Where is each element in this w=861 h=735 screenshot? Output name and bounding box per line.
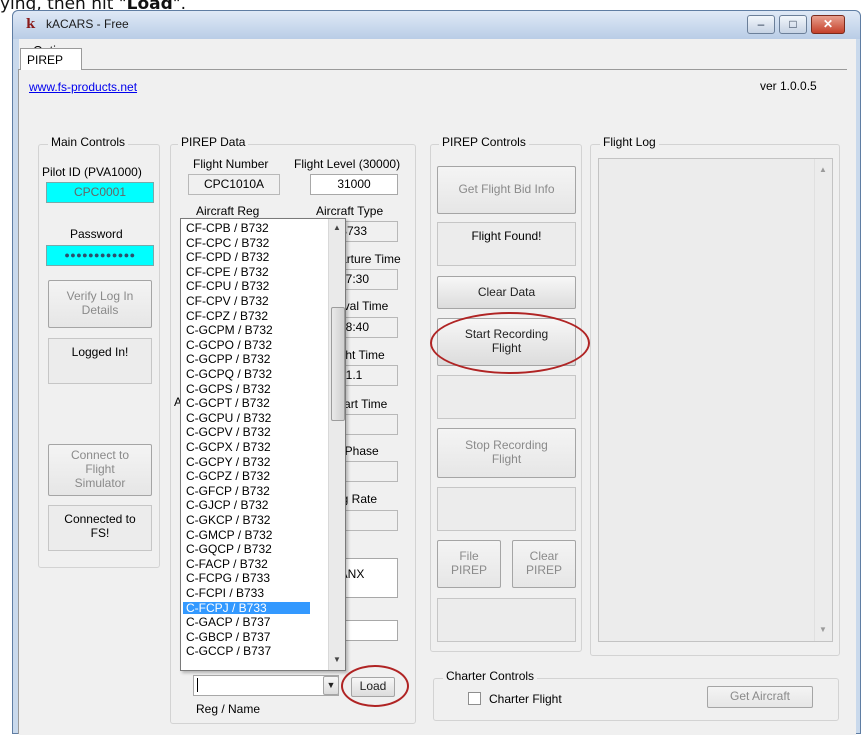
- title-bar: k kACARS - Free – □ ✕: [13, 11, 860, 39]
- pirep-status: [437, 598, 576, 642]
- dropdown-item[interactable]: C-FACP / B732: [183, 558, 310, 571]
- dropdown-item[interactable]: C-FCPI / B733: [183, 587, 310, 600]
- log-scroll-down-icon[interactable]: ▼: [816, 625, 830, 634]
- password-label: Password: [70, 227, 123, 241]
- dropdown-item[interactable]: C-GCPS / B732: [183, 383, 310, 396]
- dropdown-item[interactable]: CF-CPZ / B732: [183, 310, 310, 323]
- scroll-down-arrow-icon[interactable]: ▼: [330, 653, 344, 667]
- dropdown-item[interactable]: CF-CPE / B732: [183, 266, 310, 279]
- flight-log-box[interactable]: ▲ ▼: [598, 158, 833, 642]
- connect-status: Connected to FS!: [48, 505, 152, 551]
- dropdown-item[interactable]: C-GQCP / B732: [183, 543, 310, 556]
- bid-status: Flight Found!: [437, 222, 576, 266]
- pirep-data-title: PIREP Data: [178, 135, 249, 149]
- recording-status: [437, 375, 576, 419]
- close-button[interactable]: ✕: [811, 15, 845, 34]
- pilot-id-field[interactable]: CPC0001: [46, 182, 154, 203]
- flight-log-scrollbar[interactable]: ▲ ▼: [814, 159, 832, 641]
- dropdown-item[interactable]: C-GCPT / B732: [183, 397, 310, 410]
- aircraft-type-label: Aircraft Type: [316, 204, 384, 218]
- start-highlight-ellipse: [430, 312, 590, 374]
- dropdown-item[interactable]: C-GCPV / B732: [183, 426, 310, 439]
- dropdown-item[interactable]: C-GCPO / B732: [183, 339, 310, 352]
- aircraft-reg-label: Aircraft Reg: [196, 204, 260, 218]
- minimize-button[interactable]: –: [747, 15, 775, 34]
- get-aircraft-button[interactable]: Get Aircraft: [707, 686, 813, 708]
- get-flight-bid-button[interactable]: Get Flight Bid Info: [437, 166, 576, 214]
- flight-log-title: Flight Log: [600, 135, 659, 149]
- dropdown-item[interactable]: C-GCPY / B732: [183, 456, 310, 469]
- dropdown-item[interactable]: C-FCPJ / B733: [183, 602, 310, 615]
- version-label: ver 1.0.0.5: [760, 79, 817, 93]
- file-pirep-button[interactable]: File PIREP: [437, 540, 501, 588]
- charter-flight-checkbox[interactable]: [468, 692, 481, 705]
- kacars-logo-icon: k: [26, 17, 36, 32]
- website-link[interactable]: www.fs-products.net: [29, 80, 137, 94]
- window-title: kACARS - Free: [46, 17, 129, 31]
- dropdown-item[interactable]: CF-CPC / B732: [183, 237, 310, 250]
- tab-pirep[interactable]: PIREP: [20, 48, 82, 70]
- reg-name-label: Reg / Name: [196, 702, 261, 716]
- connect-simulator-button[interactable]: Connect to Flight Simulator: [48, 444, 152, 496]
- dropdown-item[interactable]: C-GACP / B737: [183, 616, 310, 629]
- dropdown-item[interactable]: C-GKCP / B732: [183, 514, 310, 527]
- pirep-controls-title: PIREP Controls: [439, 135, 529, 149]
- dropdown-scrollbar[interactable]: ▲ ▼: [328, 219, 345, 670]
- main-controls-title: Main Controls: [48, 135, 129, 149]
- clear-data-button[interactable]: Clear Data: [437, 276, 576, 309]
- dropdown-item[interactable]: CF-CPD / B732: [183, 251, 310, 264]
- dropdown-item[interactable]: C-GCPZ / B732: [183, 470, 310, 483]
- login-status: Logged In!: [48, 338, 152, 384]
- aircraft-combo-input[interactable]: [193, 675, 339, 696]
- combo-dropdown-arrow[interactable]: ▼: [323, 676, 339, 695]
- flight-number-label: Flight Number: [193, 157, 269, 171]
- dropdown-item[interactable]: C-GJCP / B732: [183, 499, 310, 512]
- charter-controls-title: Charter Controls: [443, 669, 538, 683]
- dropdown-item[interactable]: CF-CPB / B732: [183, 222, 310, 235]
- dropdown-item[interactable]: C-GCPU / B732: [183, 412, 310, 425]
- dropdown-item[interactable]: CF-CPU / B732: [183, 280, 310, 293]
- text-cursor: [197, 678, 198, 692]
- dropdown-item[interactable]: C-GCPX / B732: [183, 441, 310, 454]
- dropdown-item[interactable]: C-GMCP / B732: [183, 529, 310, 542]
- flight-number-field[interactable]: CPC1010A: [188, 174, 280, 195]
- flight-level-field[interactable]: 31000: [310, 174, 398, 195]
- charter-flight-label: Charter Flight: [489, 692, 562, 706]
- dropdown-item[interactable]: C-GBCP / B737: [183, 631, 310, 644]
- load-highlight-ellipse: [341, 665, 409, 707]
- dropdown-item[interactable]: C-FCPG / B733: [183, 572, 310, 585]
- password-field[interactable]: ●●●●●●●●●●●●: [46, 245, 154, 266]
- dropdown-item[interactable]: C-GCPQ / B732: [183, 368, 310, 381]
- pilot-id-label: Pilot ID (PVA1000): [42, 165, 142, 179]
- dropdown-item[interactable]: C-GCPM / B732: [183, 324, 310, 337]
- aircraft-dropdown-list[interactable]: CF-CPB / B732 CF-CPC / B732 CF-CPD / B732 C…: [180, 218, 346, 671]
- clear-pirep-button[interactable]: Clear PIREP: [512, 540, 576, 588]
- menu-bar: Options: [19, 39, 856, 63]
- flight-level-label: Flight Level (30000): [294, 157, 401, 171]
- scroll-up-arrow-icon[interactable]: ▲: [330, 221, 344, 235]
- dropdown-item[interactable]: C-GFCP / B732: [183, 485, 310, 498]
- scroll-thumb[interactable]: [331, 307, 345, 421]
- dropdown-item[interactable]: C-GCPP / B732: [183, 353, 310, 366]
- stop-status: [437, 487, 576, 531]
- log-scroll-up-icon[interactable]: ▲: [816, 165, 830, 174]
- stop-recording-button[interactable]: Stop Recording Flight: [437, 428, 576, 478]
- verify-login-button[interactable]: Verify Log In Details: [48, 280, 152, 328]
- dropdown-item[interactable]: C-GCCP / B737: [183, 645, 310, 658]
- maximize-button[interactable]: □: [779, 15, 807, 34]
- dropdown-item[interactable]: CF-CPV / B732: [183, 295, 310, 308]
